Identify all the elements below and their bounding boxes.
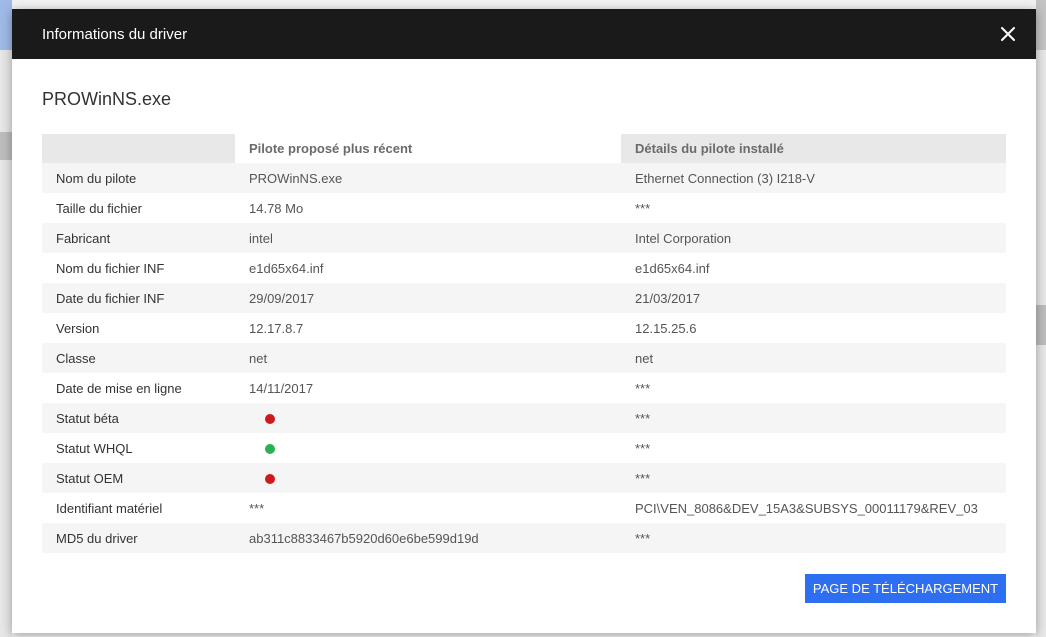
table-row: Statut OEM *** [42, 463, 1006, 493]
proposed-status [235, 463, 621, 493]
table-header-installed: Détails du pilote installé [621, 134, 1006, 163]
proposed-value: intel [235, 223, 621, 253]
driver-file-name: PROWinNS.exe [42, 89, 172, 109]
status-dot-icon [265, 444, 275, 455]
row-label: Nom du fichier INF [56, 260, 165, 276]
row-label: Statut WHQL [56, 440, 133, 456]
installed-value: *** [621, 403, 1006, 433]
close-button[interactable] [994, 20, 1022, 48]
installed-value: *** [621, 523, 1006, 553]
table-row: Identifiant matériel *** PCI\VEN_8086&DE… [42, 493, 1006, 523]
proposed-value: *** [249, 500, 265, 516]
driver-info-table: Pilote proposé plus récent Détails du pi… [42, 134, 1006, 553]
table-row: Date du fichier INF 29/09/2017 21/03/201… [42, 283, 1006, 313]
proposed-status [235, 403, 621, 433]
table-row: Fabricant intel Intel Corporation [42, 223, 1006, 253]
table-row: Nom du fichier INF e1d65x64.inf e1d65x64… [42, 253, 1006, 283]
table-row: Classe net net [42, 343, 1006, 373]
proposed-value: 14.78 Mo [249, 200, 304, 216]
installed-value: net [621, 343, 1006, 373]
proposed-value: 29/09/2017 [235, 283, 621, 313]
row-label: Classe [42, 343, 235, 373]
row-label: Fabricant [42, 223, 235, 253]
table-row: Version 12.17.8.7 12.15.25.6 [42, 313, 1006, 343]
table-row: MD5 du driver ab311c8833467b5920d60e6be5… [42, 523, 1006, 553]
table-header-empty [42, 134, 235, 163]
close-icon [1001, 27, 1015, 41]
table-header-row: Pilote proposé plus récent Détails du pi… [42, 134, 1006, 163]
proposed-value: e1d65x64.inf [249, 260, 324, 276]
row-label: Identifiant matériel [56, 500, 163, 516]
row-label: Statut OEM [42, 463, 235, 493]
installed-value: *** [621, 463, 1006, 493]
proposed-value: 14/11/2017 [249, 380, 314, 396]
table-row: Statut WHQL *** [42, 433, 1006, 463]
row-label: Nom du pilote [42, 163, 235, 193]
proposed-value: net [235, 343, 621, 373]
installed-value: e1d65x64.inf [635, 260, 710, 276]
table-row: Nom du pilote PROWinNS.exe Ethernet Conn… [42, 163, 1006, 193]
installed-value: *** [635, 200, 651, 216]
table-row: Statut béta *** [42, 403, 1006, 433]
installed-value: PCI\VEN_8086&DEV_15A3&SUBSYS_00011179&RE… [635, 500, 978, 516]
proposed-status [235, 433, 621, 463]
row-label: Taille du fichier [56, 200, 142, 216]
driver-info-modal: Informations du driver PROWinNS.exe Pilo… [12, 9, 1036, 633]
modal-title: Informations du driver [42, 25, 188, 43]
installed-value: *** [635, 440, 651, 456]
installed-value: Ethernet Connection (3) I218-V [621, 163, 1006, 193]
table-row: Date de mise en ligne 14/11/2017 *** [42, 373, 1006, 403]
proposed-value: ab311c8833467b5920d60e6be599d19d [235, 523, 621, 553]
installed-value: *** [635, 380, 651, 396]
row-label: MD5 du driver [42, 523, 235, 553]
table-header-proposed: Pilote proposé plus récent [235, 134, 621, 163]
status-dot-icon [265, 474, 275, 485]
row-label: Date de mise en ligne [56, 380, 182, 396]
row-label: Statut béta [42, 403, 235, 433]
modal-header: Informations du driver [12, 9, 1036, 59]
table-row: Taille du fichier 14.78 Mo *** [42, 193, 1006, 223]
proposed-value: 12.17.8.7 [249, 320, 304, 336]
installed-value: 21/03/2017 [621, 283, 1006, 313]
download-page-button[interactable]: PAGE DE TÉLÉCHARGEMENT [805, 574, 1006, 603]
status-dot-icon [265, 414, 275, 425]
proposed-value: PROWinNS.exe [235, 163, 621, 193]
row-label: Date du fichier INF [42, 283, 235, 313]
installed-value: 12.15.25.6 [635, 320, 697, 336]
installed-value: Intel Corporation [621, 223, 1006, 253]
row-label: Version [56, 320, 100, 336]
